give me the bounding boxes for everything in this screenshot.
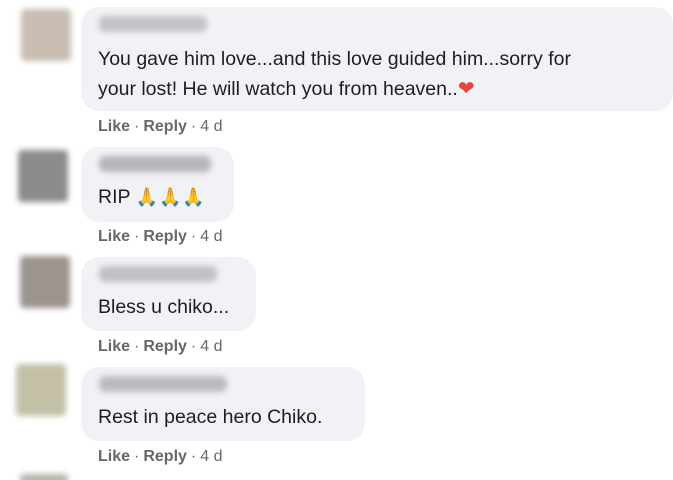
avatar[interactable] <box>20 256 70 308</box>
author-name[interactable] <box>99 266 217 282</box>
avatar[interactable] <box>21 9 71 61</box>
comment-bubble: RIP 🙏🙏🙏 <box>81 147 234 222</box>
separator: · <box>134 448 140 465</box>
comment-actions: Like · Reply · 4 d <box>98 228 223 246</box>
reply-button[interactable]: Reply <box>143 228 187 245</box>
author-name[interactable] <box>99 16 207 32</box>
timestamp[interactable]: 4 d <box>200 118 222 135</box>
like-button[interactable]: Like <box>98 228 130 245</box>
author-name[interactable] <box>99 156 211 172</box>
comment-actions: Like · Reply · 4 d <box>98 448 223 466</box>
avatar[interactable] <box>18 150 68 202</box>
separator: · <box>134 338 140 355</box>
separator: · <box>134 118 140 135</box>
reply-button[interactable]: Reply <box>143 338 187 355</box>
separator: · <box>190 338 197 355</box>
timestamp[interactable]: 4 d <box>200 448 222 465</box>
like-button[interactable]: Like <box>98 338 130 355</box>
separator: · <box>190 118 197 135</box>
comment-actions: Like · Reply · 4 d <box>98 118 223 136</box>
avatar[interactable] <box>20 474 68 480</box>
separator: · <box>134 228 140 245</box>
comment-text: Rest in peace hero Chiko. <box>98 406 323 428</box>
reply-button[interactable]: Reply <box>143 118 187 135</box>
timestamp[interactable]: 4 d <box>200 338 222 355</box>
timestamp[interactable]: 4 d <box>200 228 222 245</box>
comment-bubble: Rest in peace hero Chiko. <box>81 367 365 441</box>
comment-thread: You gave him love...and this love guided… <box>0 0 673 480</box>
avatar[interactable] <box>16 364 66 416</box>
like-button[interactable]: Like <box>98 448 130 465</box>
comment-text: You gave him love...and this love guided… <box>98 48 571 100</box>
like-button[interactable]: Like <box>98 118 130 135</box>
comment-text: Bless u chiko... <box>98 296 230 318</box>
heart-emoji: ❤ <box>457 76 475 100</box>
comment-text: RIP 🙏🙏🙏 <box>98 186 206 208</box>
reply-button[interactable]: Reply <box>143 448 187 465</box>
author-name[interactable] <box>99 376 227 392</box>
comment-bubble: Bless u chiko... <box>81 257 256 331</box>
comment-bubble: You gave him love...and this love guided… <box>81 7 673 111</box>
separator: · <box>190 228 197 245</box>
comment-actions: Like · Reply · 4 d <box>98 338 223 356</box>
pray-emoji: 🙏🙏🙏 <box>135 187 206 208</box>
separator: · <box>190 448 197 465</box>
